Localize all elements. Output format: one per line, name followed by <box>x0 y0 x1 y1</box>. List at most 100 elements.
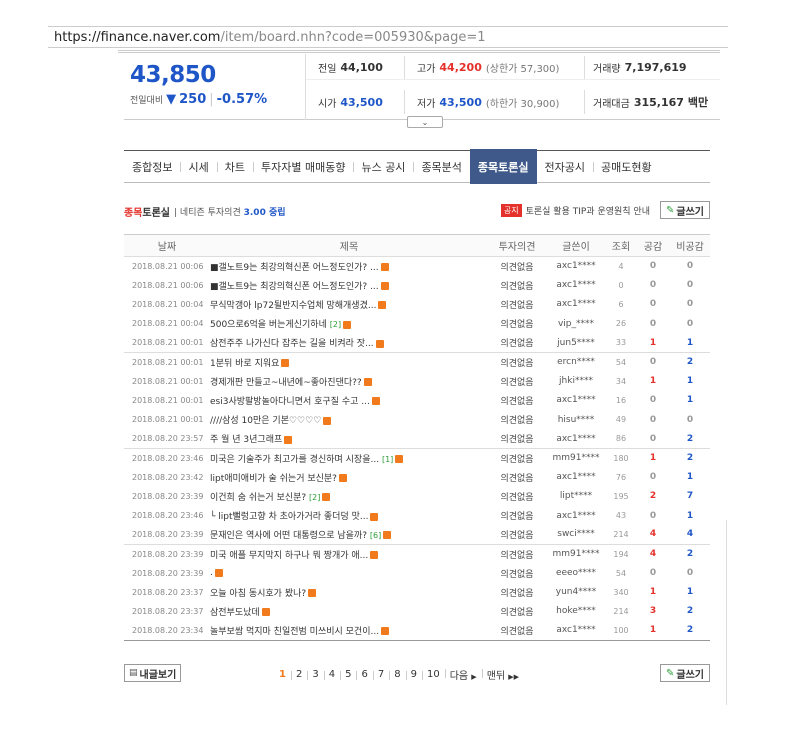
table-row: 2018.08.20 23:57 주 월 년 3년그래프 의견없음 axc1**** 8… <box>124 429 710 449</box>
page-2[interactable]: 2 <box>290 669 307 680</box>
new-post-icon <box>381 627 390 636</box>
last-page-button[interactable]: 맨뒤 ▶▶ <box>481 667 524 682</box>
post-title-link[interactable]: 500으로6억을 버는게신기하네 <box>210 320 327 330</box>
post-views: 0 <box>618 280 624 290</box>
notice-link[interactable]: 공지 토론실 활용 TIP과 운영원칙 안내 <box>500 204 650 217</box>
post-views: 214 <box>606 525 636 545</box>
post-writer: lipt**** <box>559 491 593 502</box>
notice-text: 토론실 활용 TIP과 운영원칙 안내 <box>525 207 650 217</box>
page-5[interactable]: 5 <box>340 669 356 680</box>
post-title-link[interactable]: └ lipt뻘렁고향 차 초아가거라 좋더덩 맛... <box>210 512 368 522</box>
page-8[interactable]: 8 <box>389 669 405 680</box>
post-title-link[interactable]: 이건희 숨 쉬는거 보신분? <box>210 493 306 503</box>
board-title-rest: 토론실 <box>142 207 171 219</box>
post-date: 2018.08.21 00:06 <box>132 280 204 290</box>
post-title-link[interactable]: 1분뒤 바로 지워요 <box>210 359 279 369</box>
post-title-cell: esi3사방팔방놀아다니면서 호구질 수고 ... <box>210 391 488 410</box>
post-title-link[interactable]: lipt애미애비가 술 쉬는거 보신분? <box>210 474 337 484</box>
post-opinion: 의견없음 <box>500 492 534 503</box>
scrollbar-track[interactable] <box>726 520 727 705</box>
post-title-cell: . <box>210 564 488 583</box>
tab-4[interactable]: 뉴스 공시 <box>353 150 413 183</box>
post-likes: 1 <box>649 453 657 464</box>
post-title-link[interactable]: 오늘 아침 동시호가 봤나? <box>210 589 306 599</box>
board-footer: ▤ 내글보기 1 2 3 4 5 6 7 8 9 10 다음 ▶ 맨뒤 ▶▶ ✎ 글쓰기 <box>124 664 710 686</box>
post-opinion: 의견없음 <box>488 621 546 641</box>
write-label: 글쓰기 <box>676 206 704 218</box>
page-7[interactable]: 7 <box>372 669 389 680</box>
open-value: 43,500 <box>340 95 383 109</box>
new-post-icon <box>322 493 331 502</box>
trade-amount-unit: 백만 <box>687 96 709 109</box>
column-header-4: 조회 <box>606 234 636 257</box>
page-6[interactable]: 6 <box>356 669 372 680</box>
page-3[interactable]: 3 <box>307 669 323 680</box>
post-title-link[interactable]: ■갤노트9는 최강의혁신폰 어느정도인가? ... <box>210 282 379 292</box>
new-post-icon <box>375 339 384 348</box>
post-likes: 1 <box>636 621 670 641</box>
post-views: 194 <box>613 549 629 559</box>
post-dislikes: 7 <box>686 491 694 502</box>
post-dislikes: 0 <box>686 299 694 310</box>
next-page-button[interactable]: 다음 ▶ <box>444 667 482 682</box>
price-change-rate: -0.57% <box>216 92 268 107</box>
tab-5[interactable]: 종목분석 <box>413 150 469 183</box>
new-post-icon <box>323 416 332 425</box>
page-9[interactable]: 9 <box>405 669 422 680</box>
prev-close-value: 44,100 <box>340 61 383 74</box>
post-title-link[interactable]: . <box>210 568 213 578</box>
table-row: 2018.08.21 00:01 ////삼성 10만은 기본♡♡♡♡ 의견없음 hi… <box>124 410 710 429</box>
tab-2[interactable]: 차트 <box>216 150 253 183</box>
post-date: 2018.08.20 23:46 <box>132 511 204 521</box>
new-post-icon <box>308 589 317 598</box>
post-title-link[interactable]: ////삼성 10만은 기본♡♡♡♡ <box>210 416 321 426</box>
write-button-bottom[interactable]: ✎ 글쓰기 <box>660 664 710 682</box>
page-4[interactable]: 4 <box>323 669 340 680</box>
post-views: 26 <box>615 319 627 329</box>
page-10[interactable]: 10 <box>421 669 445 680</box>
post-opinion: 의견없음 <box>500 416 534 427</box>
post-likes: 1 <box>649 587 657 598</box>
trade-amount: 거래대금 315,167 백만 <box>584 90 720 114</box>
write-button-top[interactable]: ✎ 글쓰기 <box>660 201 710 219</box>
post-date: 2018.08.20 23:39 <box>124 525 210 545</box>
page-1[interactable]: 1 <box>274 669 291 680</box>
post-opinion: 의견없음 <box>488 525 546 545</box>
post-title-link[interactable]: 무식막갱아 lp72될반지수업체 망해개생겼... <box>210 301 376 311</box>
post-date: 2018.08.21 00:01 <box>132 415 204 425</box>
post-title-link[interactable]: 삼전부도났데 <box>210 608 260 618</box>
tab-7[interactable]: 전자공시 <box>537 150 593 183</box>
pencil-icon: ✎ <box>666 667 675 679</box>
open-label: 시가 <box>318 98 337 110</box>
tab-1[interactable]: 시세 <box>180 150 216 183</box>
tab-3[interactable]: 투자자별 매매동향 <box>252 150 353 183</box>
post-title-link[interactable]: 경제개판 만들고~내년에~좋아진댄다?? <box>210 378 362 388</box>
post-title-link[interactable]: 놀부보쌈 먹지마 친일전범 미쓰비시 모건이... <box>210 627 379 637</box>
post-title-link[interactable]: 미국 애플 무지막지 하구나 뭐 짱개가 애... <box>210 551 368 561</box>
post-title-link[interactable]: 미국은 기술주가 최고가를 경신하며 시장을... <box>210 455 379 465</box>
opinion-value: 3.00 중립 <box>243 207 286 218</box>
write-label: 글쓰기 <box>676 669 704 681</box>
new-post-icon <box>363 378 372 387</box>
post-title-link[interactable]: 삼전주주 나가신다 잡주는 길을 비켜라 잣... <box>210 339 374 349</box>
tab-8[interactable]: 공매도현황 <box>593 150 660 183</box>
post-opinion: 의견없음 <box>488 333 546 353</box>
post-dislikes: 1 <box>686 510 694 521</box>
column-header-5: 공감 <box>636 234 670 257</box>
post-dislikes: 2 <box>670 429 710 449</box>
post-title-link[interactable]: 문재인은 역사에 어떤 대통령으로 남을까? <box>210 531 367 541</box>
post-title-link[interactable]: esi3사방팔방놀아다니면서 호구질 수고 ... <box>210 397 370 407</box>
expand-quote-button[interactable]: ⌄ <box>407 116 443 128</box>
open-price: 시가 43,500 <box>306 90 404 114</box>
post-title-link[interactable]: ■갤노트9는 최강의혁신폰 어느정도인가? ... <box>210 263 379 273</box>
post-title-cell: 놀부보쌈 먹지마 친일전범 미쓰비시 모건이... <box>210 621 488 641</box>
address-bar[interactable]: https://finance.naver.com/item/board.nhn… <box>48 26 728 48</box>
post-title-cell: 삼전주주 나가신다 잡주는 길을 비켜라 잣... <box>210 333 488 353</box>
my-posts-button[interactable]: ▤ 내글보기 <box>124 664 182 682</box>
tab-0[interactable]: 종합정보 <box>124 150 180 183</box>
post-title-link[interactable]: 주 월 년 3년그래프 <box>210 435 282 445</box>
post-views: 4 <box>618 261 624 271</box>
tab-6[interactable]: 종목토론실 <box>469 149 537 184</box>
post-writer: axc1**** <box>556 510 596 521</box>
post-likes: 0 <box>649 280 657 291</box>
